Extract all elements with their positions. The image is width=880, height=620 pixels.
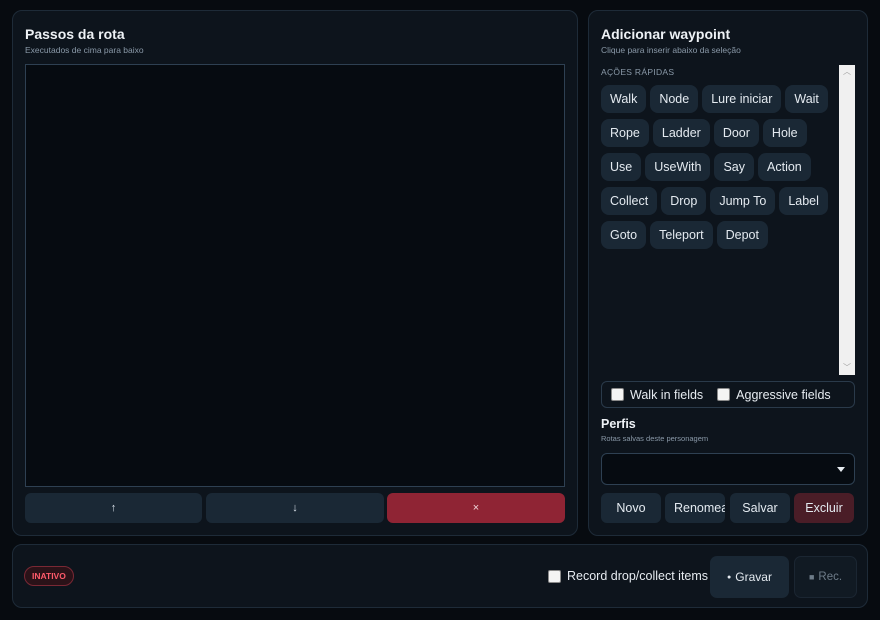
profile-select[interactable] [601, 453, 855, 485]
quick-action-button[interactable]: Jump To [710, 187, 776, 215]
quick-action-button[interactable]: Rope [601, 119, 649, 147]
waypoint-title: Adicionar waypoint [601, 26, 731, 42]
quick-action-button[interactable]: Use [601, 153, 642, 181]
move-up-button[interactable]: ↑ [25, 493, 202, 523]
scroll-up-icon[interactable]: ︿ [839, 66, 855, 78]
fields-options: Walk in fields Aggressive fields [601, 381, 855, 408]
quick-action-button[interactable]: Say [714, 153, 755, 181]
aggressive-fields-checkbox[interactable] [717, 388, 731, 401]
walk-in-fields-checkbox[interactable] [611, 388, 624, 401]
quick-action-button[interactable]: Walk [601, 85, 647, 113]
steps-list[interactable] [25, 64, 565, 487]
status-badge: INATIVO [24, 566, 74, 586]
record-items-label: Record drop/collect items [567, 569, 709, 583]
record-dot-icon: ● [727, 573, 732, 581]
quick-action-button[interactable]: Label [779, 187, 828, 215]
quick-action-button[interactable]: Collect [601, 187, 658, 215]
delete-step-button[interactable]: × [387, 493, 565, 523]
quick-action-button[interactable]: Lure iniciar [702, 85, 782, 113]
route-steps-panel: Passos da rota Executados de cima para b… [12, 10, 578, 536]
quick-action-button[interactable]: Action [758, 153, 811, 181]
record-button-label: Gravar [735, 570, 772, 584]
record-items-option: Record drop/collect items [548, 569, 708, 583]
quick-action-button[interactable]: Teleport [650, 221, 713, 249]
quick-actions-scrollbar[interactable]: ︿ ﹀ [839, 65, 855, 375]
record-items-checkbox[interactable] [548, 569, 561, 583]
status-bar: INATIVO Record drop/collect items ● Grav… [12, 544, 868, 608]
rec-button[interactable]: ■ Rec. [794, 556, 857, 598]
move-down-button[interactable]: ↓ [206, 493, 384, 523]
aggressive-fields-label: Aggressive fields [736, 387, 831, 402]
rename-profile-button[interactable]: Renomear [665, 493, 725, 523]
scroll-down-icon[interactable]: ﹀ [839, 362, 855, 374]
quick-action-button[interactable]: Depot [716, 221, 768, 249]
quick-actions-list: Walk Node Lure iniciar Wait Rope Ladder Door Ho… [601, 85, 837, 249]
profiles-title: Perfis [601, 417, 636, 431]
record-button[interactable]: ● Gravar [710, 556, 789, 598]
steps-subtitle: Executados de cima para baixo [25, 45, 144, 55]
chevron-down-icon [837, 467, 845, 472]
waypoint-subtitle: Clique para inserir abaixo da seleção [601, 45, 741, 55]
quick-action-button[interactable]: Ladder [652, 119, 710, 147]
quick-action-button[interactable]: Door [713, 119, 759, 147]
quick-action-button[interactable]: Hole [762, 119, 807, 147]
quick-actions-label: AÇÕES RÁPIDAS [601, 67, 675, 77]
walk-in-fields-label: Walk in fields [630, 387, 704, 402]
rec-button-label: Rec. [818, 571, 843, 583]
quick-action-button[interactable]: Node [650, 85, 699, 113]
add-waypoint-panel: Adicionar waypoint Clique para inserir a… [588, 10, 868, 536]
quick-action-button[interactable]: UseWith [645, 153, 711, 181]
quick-action-button[interactable]: Drop [661, 187, 707, 215]
quick-action-button[interactable]: Goto [601, 221, 647, 249]
quick-actions-area: AÇÕES RÁPIDAS Walk Node Lure iniciar Wait Ro… [601, 65, 855, 375]
save-profile-button[interactable]: Salvar [730, 493, 790, 523]
steps-title: Passos da rota [25, 26, 125, 42]
profiles-subtitle: Rotas salvas deste personagem [601, 434, 709, 443]
quick-action-button[interactable]: Wait [785, 85, 828, 113]
delete-profile-button[interactable]: Excluir [794, 493, 854, 523]
stop-square-icon: ■ [808, 572, 815, 582]
new-profile-button[interactable]: Novo [601, 493, 661, 523]
